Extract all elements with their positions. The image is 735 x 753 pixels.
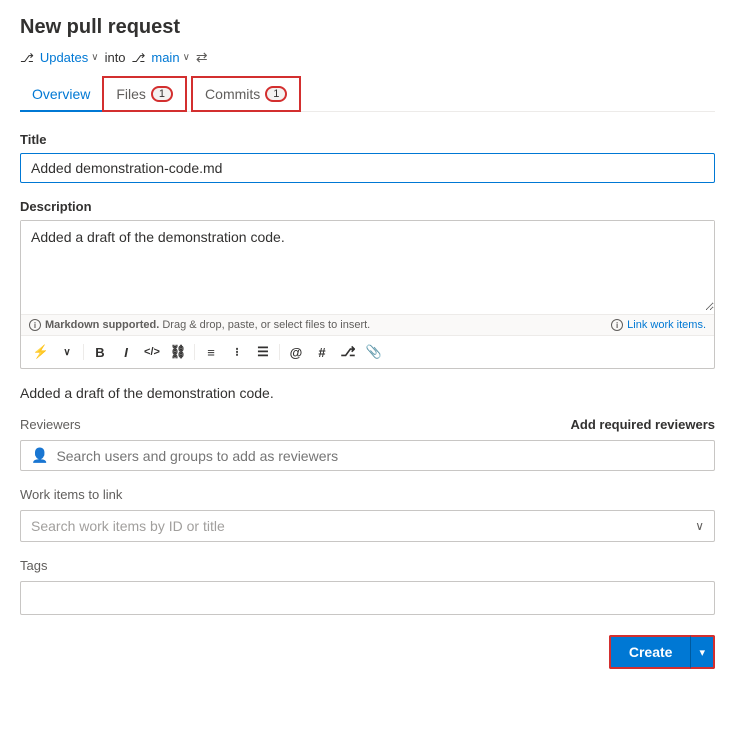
description-toolbar: ⚡ ∨ B I </> ⛓ ≡ ⁝ ☰ @ # ⎇ 📎 <box>21 335 714 368</box>
branch-into-label: into <box>105 50 126 65</box>
title-input[interactable] <box>20 153 715 183</box>
reviewers-header: Reviewers Add required reviewers <box>20 417 715 432</box>
create-chevron-icon: ▾ <box>699 647 705 659</box>
work-items-chevron-icon: ∨ <box>695 519 704 533</box>
create-button[interactable]: Create <box>609 635 691 669</box>
toolbar-lightning-btn[interactable]: ⚡ <box>29 340 53 364</box>
tab-files-badge: 1 <box>151 86 173 102</box>
toolbar-bold-btn[interactable]: B <box>88 340 112 364</box>
work-items-label: Work items to link <box>20 487 715 502</box>
toolbar-unordered-list-btn[interactable]: ⁝ <box>225 340 249 364</box>
reviewers-label: Reviewers <box>20 417 81 432</box>
description-preview: Added a draft of the demonstration code. <box>20 385 715 401</box>
git-branch-icon-2: ⎇ <box>132 51 146 65</box>
toolbar-dropdown-btn[interactable]: ∨ <box>55 340 79 364</box>
create-btn-group: Create ▾ <box>609 635 715 669</box>
markdown-hint-left: i Markdown supported. Drag & drop, paste… <box>29 319 370 331</box>
tab-files[interactable]: Files 1 <box>102 76 187 112</box>
toolbar-pr-btn[interactable]: ⎇ <box>336 340 360 364</box>
tags-input[interactable] <box>20 581 715 615</box>
tabs-row: Overview Files 1 Commits 1 <box>20 76 715 112</box>
description-wrapper: Added a draft of the demonstration code.… <box>20 220 715 369</box>
title-label: Title <box>20 132 715 147</box>
toolbar-ordered-list-btn[interactable]: ≡ <box>199 340 223 364</box>
toolbar-attach-btn[interactable]: 📎 <box>362 340 386 364</box>
swap-icon[interactable]: ⇄ <box>196 49 208 66</box>
branch-to-label: main <box>151 50 179 65</box>
branch-row: ⎇ Updates ∨ into ⎇ main ∨ ⇄ <box>20 49 715 66</box>
work-items-section: Work items to link Search work items by … <box>20 487 715 542</box>
branch-to-selector[interactable]: main ∨ <box>151 50 190 65</box>
reviewers-search-wrapper[interactable]: 👤 <box>20 440 715 471</box>
reviewers-search-icon: 👤 <box>31 447 48 464</box>
page-header: New pull request ⎇ Updates ∨ into ⎇ main… <box>0 0 735 112</box>
link-work-icon: i <box>611 319 623 331</box>
git-branch-icon: ⎇ <box>20 51 34 65</box>
tab-files-label: Files <box>116 86 146 102</box>
branch-from-selector[interactable]: Updates ∨ <box>40 50 99 65</box>
branch-to-chevron-icon: ∨ <box>183 52 190 63</box>
toolbar-code-btn[interactable]: </> <box>140 340 164 364</box>
toolbar-divider-1 <box>83 344 84 360</box>
create-chevron-button[interactable]: ▾ <box>690 635 715 669</box>
toolbar-italic-btn[interactable]: I <box>114 340 138 364</box>
bottom-row: Create ▾ <box>20 635 715 669</box>
tab-commits-label: Commits <box>205 86 260 102</box>
link-work-items-label: Link work items. <box>627 319 706 331</box>
branch-from-chevron-icon: ∨ <box>91 52 98 63</box>
toolbar-task-list-btn[interactable]: ☰ <box>251 340 275 364</box>
description-textarea[interactable]: Added a draft of the demonstration code. <box>21 221 714 311</box>
tab-commits-badge: 1 <box>265 86 287 102</box>
description-section: Description Added a draft of the demonst… <box>20 199 715 369</box>
work-items-placeholder: Search work items by ID or title <box>31 518 225 534</box>
markdown-hint-row: i Markdown supported. Drag & drop, paste… <box>21 314 714 335</box>
main-content: Title Description Added a draft of the d… <box>0 112 735 689</box>
reviewers-search-input[interactable] <box>56 448 704 464</box>
toolbar-hash-btn[interactable]: # <box>310 340 334 364</box>
markdown-hint-text: Markdown supported. Drag & drop, paste, … <box>45 319 370 331</box>
markdown-info-icon: i <box>29 319 41 331</box>
branch-from-label: Updates <box>40 50 88 65</box>
link-work-items-btn[interactable]: i Link work items. <box>611 319 706 331</box>
toolbar-link-btn[interactable]: ⛓ <box>166 340 190 364</box>
tab-overview[interactable]: Overview <box>20 78 102 112</box>
tags-section: Tags <box>20 558 715 615</box>
work-items-dropdown[interactable]: Search work items by ID or title ∨ <box>20 510 715 542</box>
add-reviewers-btn[interactable]: Add required reviewers <box>571 417 716 432</box>
tab-overview-label: Overview <box>32 86 90 102</box>
toolbar-mention-btn[interactable]: @ <box>284 340 308 364</box>
toolbar-divider-2 <box>194 344 195 360</box>
page-title: New pull request <box>20 16 715 39</box>
tags-label: Tags <box>20 558 715 573</box>
reviewers-section: Reviewers Add required reviewers 👤 <box>20 417 715 471</box>
description-label: Description <box>20 199 715 214</box>
title-section: Title <box>20 132 715 183</box>
page-container: New pull request ⎇ Updates ∨ into ⎇ main… <box>0 0 735 753</box>
toolbar-divider-3 <box>279 344 280 360</box>
tab-commits[interactable]: Commits 1 <box>191 76 301 112</box>
